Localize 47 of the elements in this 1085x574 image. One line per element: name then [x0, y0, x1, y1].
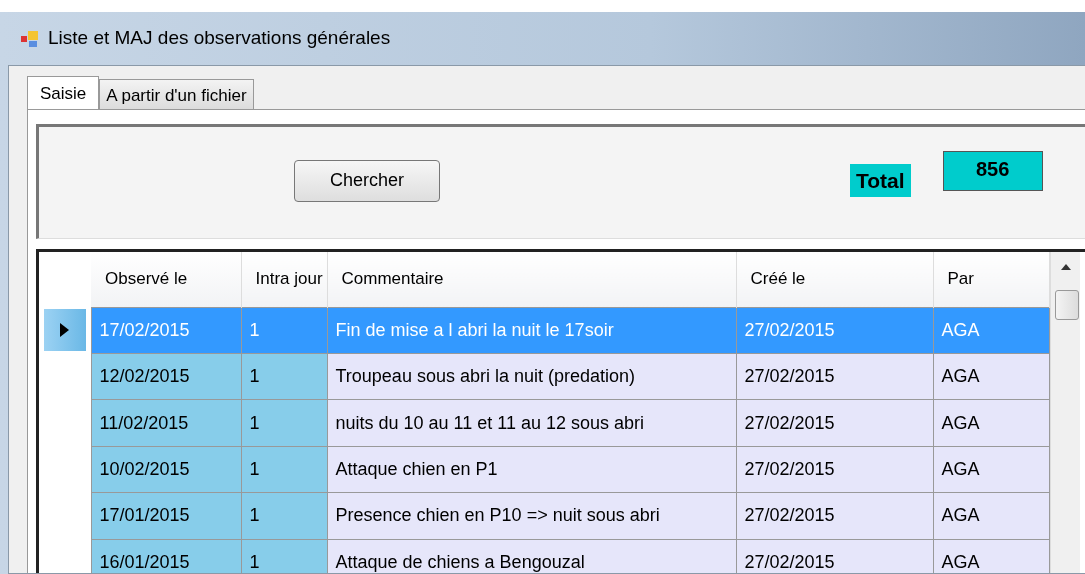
- vertical-scrollbar[interactable]: [1049, 252, 1080, 573]
- table-cell: Attaque chien en P1: [327, 446, 736, 493]
- total-value: 856: [942, 150, 1043, 191]
- tab[interactable]: Saisie: [27, 76, 100, 109]
- table-cell: 27/02/2015: [736, 492, 933, 540]
- table-cell: 10/02/2015: [91, 446, 241, 493]
- scroll-up-icon[interactable]: [1060, 264, 1071, 270]
- table-cell: 11/02/2015: [91, 399, 241, 447]
- table-cell: AGA: [933, 539, 1049, 573]
- table-cell: 17/01/2015: [91, 492, 241, 540]
- table-cell: 1: [241, 539, 327, 573]
- app-icon: [20, 29, 40, 48]
- table-cell: AGA: [933, 446, 1049, 493]
- table-cell: 1: [241, 307, 327, 354]
- column-header[interactable]: Intra jour: [241, 252, 327, 307]
- table-cell: nuits du 10 au 11 et 11 au 12 sous abri: [327, 399, 736, 447]
- total-label: Total: [850, 163, 911, 198]
- column-header[interactable]: Observé le: [91, 252, 241, 307]
- table-cell: 27/02/2015: [736, 539, 933, 573]
- table-cell: AGA: [933, 307, 1049, 354]
- table-cell: 16/01/2015: [91, 539, 241, 573]
- table-cell: 1: [241, 446, 327, 493]
- window-title: Liste et MAJ des observations générales: [48, 26, 391, 51]
- column-header[interactable]: Par: [933, 252, 1049, 307]
- table-cell: AGA: [933, 399, 1049, 447]
- table-cell: Presence chien en P10 => nuit sous abri: [327, 492, 736, 540]
- scrollbar-thumb[interactable]: [1054, 290, 1079, 320]
- table-cell: 12/02/2015: [91, 353, 241, 400]
- tab[interactable]: A partir d'un fichier: [99, 79, 254, 109]
- table-cell: 1: [241, 492, 327, 540]
- table-cell: Troupeau sous abri la nuit (predation): [327, 353, 736, 400]
- table-cell: 27/02/2015: [736, 353, 933, 400]
- table-cell: 27/02/2015: [736, 399, 933, 447]
- search-button[interactable]: Chercher: [294, 159, 440, 202]
- column-header[interactable]: Créé le: [736, 252, 933, 307]
- table-cell: 27/02/2015: [736, 446, 933, 493]
- current-row-icon: [60, 323, 70, 338]
- table-cell: 1: [241, 399, 327, 447]
- table-cell: 27/02/2015: [736, 307, 933, 354]
- table-cell: Attaque de chiens a Bengouzal: [327, 539, 736, 573]
- table-cell: Fin de mise a l abri la nuit le 17soir: [327, 307, 736, 354]
- column-header[interactable]: Commentaire: [327, 252, 736, 307]
- table-cell: 17/02/2015: [91, 307, 241, 354]
- table-cell: AGA: [933, 492, 1049, 540]
- table-cell: AGA: [933, 353, 1049, 400]
- table-cell: 1: [241, 353, 327, 400]
- row-header[interactable]: [43, 309, 86, 352]
